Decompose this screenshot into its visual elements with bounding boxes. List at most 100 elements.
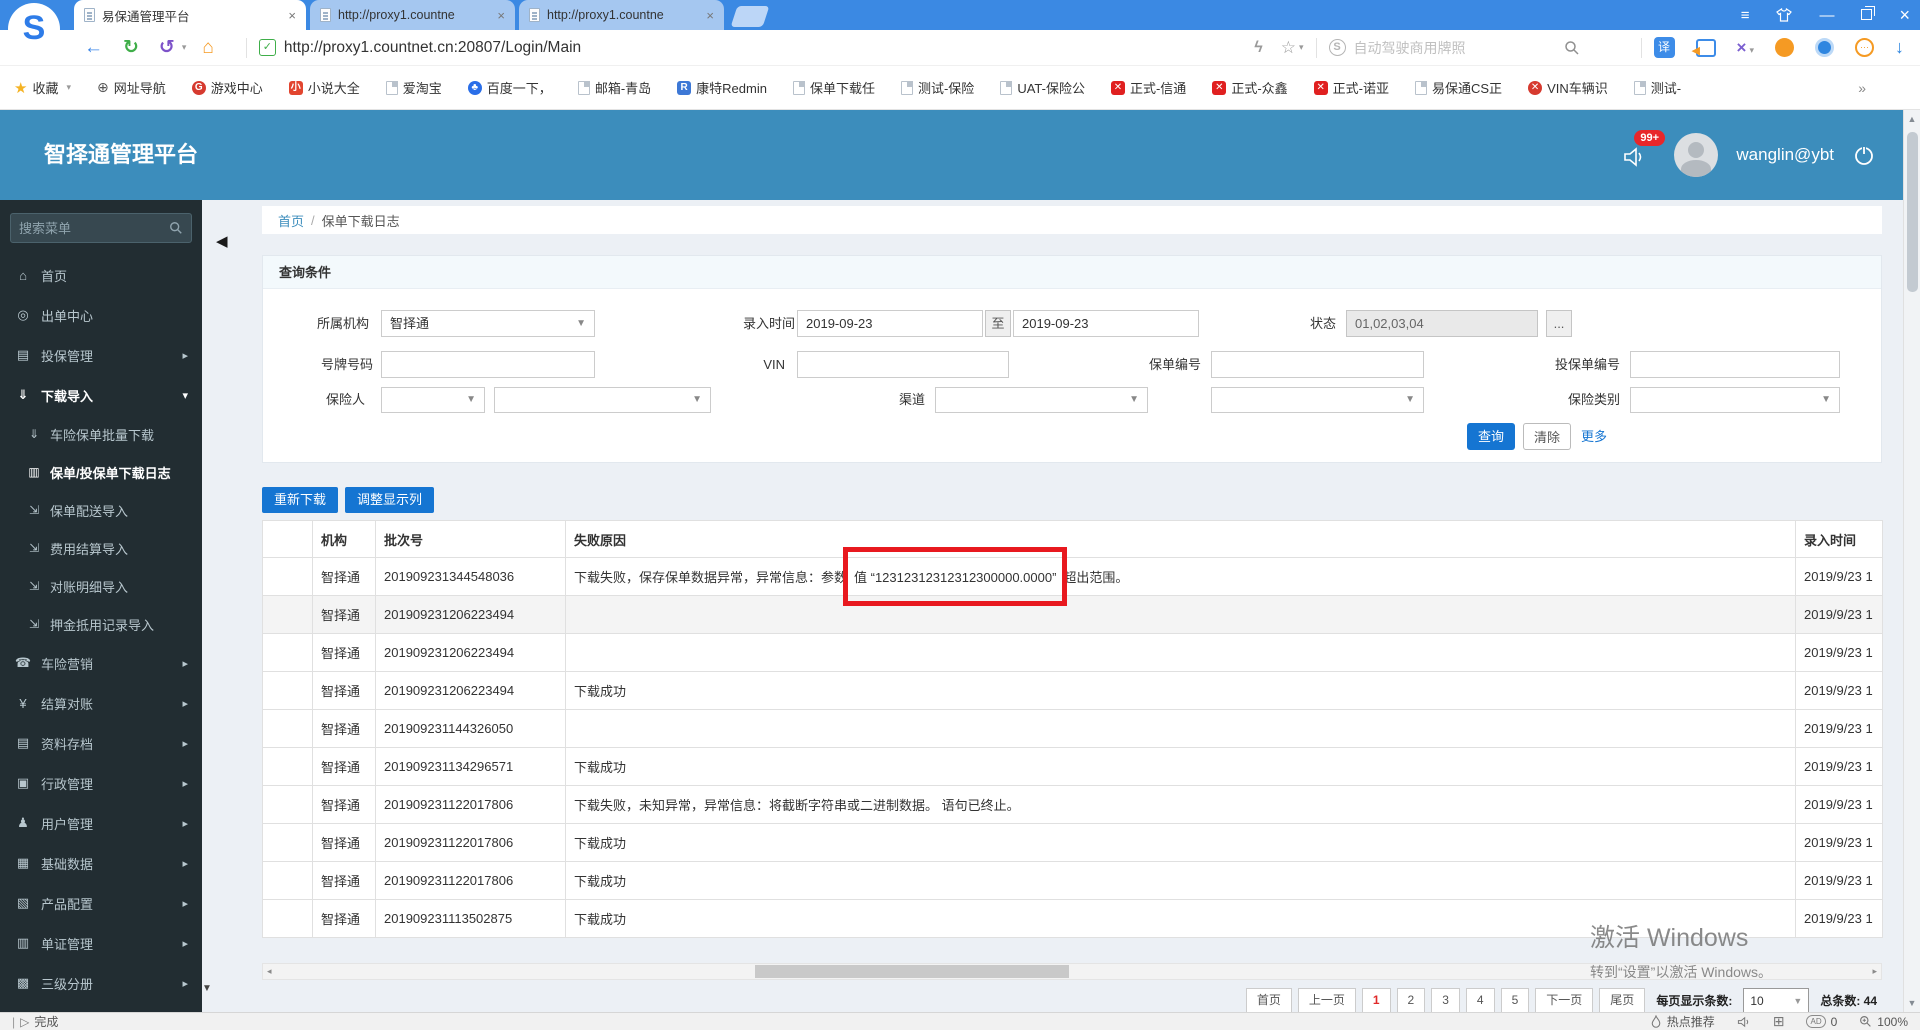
site-safety-shield-icon[interactable]: ✓ [258, 39, 276, 56]
sidebar-item-order-center[interactable]: ◎ 出单中心 [0, 295, 202, 335]
bookmark-item[interactable]: ✕ 正式-众鑫 [1212, 78, 1288, 97]
status-input[interactable]: 01,02,03,04 [1346, 310, 1538, 337]
sidebar-plus-icon[interactable]: ⊞ [1773, 1013, 1785, 1030]
screenshot-camera-icon[interactable] [1815, 38, 1834, 57]
bookmark-item[interactable]: ♣ 百度一下， [467, 78, 552, 97]
time-column-header[interactable]: 录入时间 [1795, 520, 1883, 558]
bookmark-item[interactable]: ✕ 正式-信通 [1110, 78, 1186, 97]
sogou-search-box[interactable]: S [1328, 39, 1629, 56]
channel-select-2[interactable]: ▼ [1211, 387, 1424, 413]
page-button-1[interactable]: 1 [1361, 988, 1391, 1013]
sidebar-item-doc-mgmt[interactable]: ▥ 单证管理 ▸ [0, 923, 202, 963]
table-row[interactable]: 智择通 201909231344548036 下载失败，保存保单数据异常，异常信… [262, 547, 1883, 606]
bookmark-item[interactable]: G 游戏中心 [191, 78, 263, 97]
translate-icon[interactable]: 译 [1653, 37, 1675, 58]
scroll-up-icon[interactable]: ▲ [1904, 114, 1920, 124]
search-icon[interactable] [169, 221, 183, 235]
bookmark-item[interactable]: 爱淘宝 [385, 78, 442, 97]
plate-input[interactable] [381, 351, 595, 378]
collect-page-icon[interactable]: ◀ [1692, 38, 1716, 57]
tab-close-icon[interactable]: × [497, 8, 505, 23]
scrollbar-thumb[interactable] [755, 965, 1069, 978]
policy-no-input[interactable] [1211, 351, 1424, 378]
bookmark-item[interactable]: 易保通CS正 [1415, 78, 1502, 97]
sidebar-item-archive[interactable]: ▤ 资料存档 ▸ [0, 723, 202, 763]
assistant-icon[interactable] [1775, 38, 1794, 57]
sidebar-item-settlement[interactable]: ¥ 结算对账 ▸ [0, 683, 202, 723]
sidebar-subitem-deposit-import[interactable]: ⇲ 押金抵用记录导入 [0, 605, 202, 643]
table-row[interactable]: 智择通 201909231144326050 2019/9/23 1 [262, 709, 1883, 748]
sidebar-item-download-import[interactable]: ⇓ 下载导入 ▾ [0, 375, 202, 415]
sidebar-subitem-download-log[interactable]: ▥ 保单/投保单下载日志 [0, 453, 202, 491]
table-row[interactable]: 智择通 201909231206223494 下载成功 2019/9/23 1 [262, 671, 1883, 710]
sidebar-item-home[interactable]: ⌂ 首页 [0, 255, 202, 295]
search-button[interactable]: 查询 [1467, 423, 1515, 450]
per-page-select[interactable]: 10 ▼ [1743, 988, 1810, 1013]
scroll-down-icon[interactable]: ▼ [1904, 998, 1920, 1008]
hot-recommend-button[interactable]: 热点推荐 [1650, 1013, 1715, 1030]
clear-button[interactable]: 清除 [1523, 423, 1571, 450]
date-to-input[interactable]: 2019-09-23 [1013, 310, 1199, 337]
close-button[interactable]: × [1899, 6, 1910, 24]
skin-tshirt-icon[interactable] [1776, 8, 1793, 22]
table-row[interactable]: 智择通 201909231206223494 2019/9/23 1 [262, 633, 1883, 672]
bookmark-item[interactable]: ✕ 正式-诺亚 [1313, 78, 1389, 97]
tab-close-icon[interactable]: × [288, 8, 296, 23]
table-row[interactable]: 智择通 201909231122017806 下载失败，未知异常，异常信息：将截断字… [262, 785, 1883, 824]
bookmark-item[interactable]: ⊕ 网址导航 [97, 78, 166, 97]
avatar[interactable] [1674, 133, 1719, 177]
scrollbar-thumb[interactable] [1907, 132, 1918, 292]
bookmark-item[interactable]: R 康特Redmin [677, 78, 767, 97]
sidebar-search-box[interactable] [10, 213, 192, 243]
first-page-button[interactable]: 首页 [1245, 988, 1292, 1013]
bookmark-item[interactable]: 测试- [1633, 78, 1681, 97]
refresh-icon[interactable]: ↻ [123, 36, 139, 59]
batch-column-header[interactable]: 批次号 [375, 520, 566, 558]
zoom-control[interactable]: 100% [1859, 1015, 1908, 1029]
page-button-4[interactable]: 4 [1465, 988, 1495, 1013]
bookmark-item[interactable]: UAT-保险公 [1000, 78, 1085, 97]
sidebar-search-input[interactable] [19, 220, 169, 236]
undo-dropdown-icon[interactable]: ▾ [182, 42, 187, 53]
bookmarks-overflow-chevron[interactable]: » [1858, 80, 1906, 96]
page-button-2[interactable]: 2 [1396, 988, 1426, 1013]
sidebar-item-marketing[interactable]: ☎ 车险营销 ▸ [0, 643, 202, 683]
insurance-type-select[interactable]: ▼ [1630, 387, 1840, 413]
sidebar-item-three-level[interactable]: ▩ 三级分册 ▸ [0, 963, 202, 1003]
sound-speaker-icon[interactable] [1737, 1016, 1751, 1028]
table-row[interactable]: 智择通 201909231134296571 下载成功 2019/9/23 1 [262, 747, 1883, 786]
bookmark-star-icon[interactable]: ☆ [1281, 38, 1296, 58]
bookmark-item[interactable]: 小小说大全 [288, 78, 360, 97]
more-link[interactable]: 更多 [1581, 426, 1607, 448]
bookmark-favorites[interactable]: ★ 收藏 ▾ [14, 78, 71, 97]
bookmark-item[interactable]: ✕ VIN车辆识 [1528, 78, 1608, 97]
table-row[interactable]: 智择通 201909231122017806 下载成功 2019/9/23 1 [262, 861, 1883, 900]
sidebar-collapse-icon[interactable]: ◀ [216, 232, 228, 250]
lightning-icon[interactable]: ϟ [1254, 39, 1262, 57]
breadcrumb-home-link[interactable]: 首页 [278, 211, 304, 230]
sogou-browser-logo[interactable]: S [8, 3, 60, 55]
scroll-right-icon[interactable]: ▸ [1872, 966, 1877, 977]
download-icon[interactable]: ↓ [1895, 37, 1904, 58]
new-tab-button[interactable] [730, 6, 770, 27]
page-button-3[interactable]: 3 [1431, 988, 1460, 1013]
insurer-select-1[interactable]: ▼ [381, 387, 485, 413]
tab-close-icon[interactable]: × [706, 8, 714, 23]
sidebar-subitem-batch-download[interactable]: ⇓ 车险保单批量下载 [0, 415, 202, 453]
sidebar-subitem-delivery-import[interactable]: ⇲ 保单配送导入 [0, 491, 202, 529]
prev-page-button[interactable]: 上一页 [1297, 988, 1356, 1013]
reason-column-header[interactable]: 失败原因 [565, 520, 1796, 558]
sidebar-item-policy-mgmt[interactable]: ▤ 投保管理 ▸ [0, 335, 202, 375]
channel-select-1[interactable]: ▼ [935, 387, 1148, 413]
scroll-left-icon[interactable]: ◂ [267, 966, 272, 977]
sidebar-item-user-mgmt[interactable]: ♟ 用户管理 ▸ [0, 803, 202, 843]
insurer-select-2[interactable]: ▼ [494, 387, 711, 413]
star-dropdown-icon[interactable]: ▾ [1299, 42, 1304, 53]
tab-active[interactable]: 易保通管理平台 × [74, 0, 306, 30]
tab-2[interactable]: http://proxy1.countne × [310, 0, 515, 30]
back-icon[interactable]: ← [84, 37, 103, 59]
bookmark-item[interactable]: 邮箱-青岛 [577, 78, 651, 97]
sogou-search-input[interactable] [1353, 39, 1564, 56]
feedback-smiley-icon[interactable]: ··· [1855, 38, 1874, 57]
adjust-columns-button[interactable]: 调整显示列 [345, 487, 435, 513]
